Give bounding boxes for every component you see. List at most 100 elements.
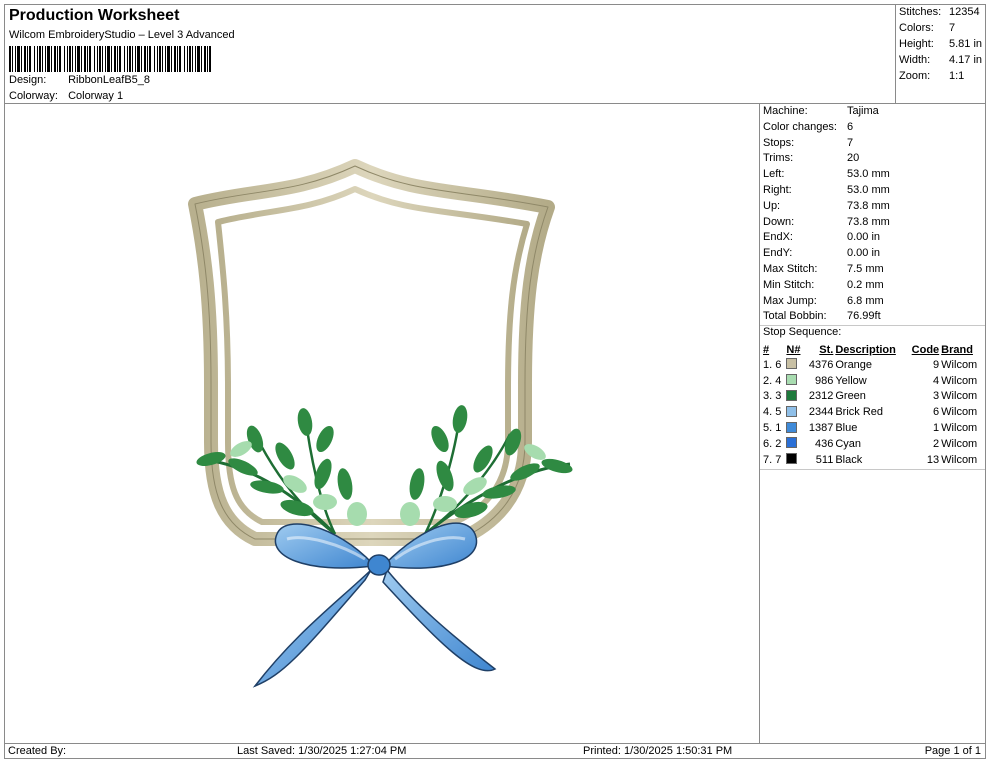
stitch-count: 986 [814, 374, 834, 387]
thread-code: 3 [933, 390, 940, 403]
info-value: 7.5 mm [847, 263, 884, 275]
info-row: Trims: 20 [763, 152, 983, 164]
stitch-count: 511 [815, 453, 834, 466]
design-label: Design: [9, 74, 47, 86]
thread-code: 13 [926, 453, 940, 466]
info-row: Stops: 7 [763, 137, 983, 149]
info-label: Right: [763, 184, 792, 196]
stat-label: Zoom: [899, 70, 931, 82]
colorway-label: Colorway: [9, 90, 58, 102]
stop-row: 2. 4 986 Yellow 4 Wilcom [762, 373, 984, 389]
color-swatch [786, 374, 798, 386]
color-swatch [786, 389, 798, 401]
color-swatch [786, 358, 798, 370]
thread-code: 6 [933, 406, 940, 419]
needle-number: 6 [775, 358, 782, 371]
stat-label: Stitches: [899, 6, 942, 18]
stop-row: 6. 2 436 Cyan 2 Wilcom [762, 436, 984, 452]
needle-number: 4 [775, 374, 782, 387]
info-label: Down: [763, 215, 795, 228]
thread-brand: Wilcom [941, 406, 978, 419]
stop-row: 5. 1 1387 Blue 1 Wilcom [762, 420, 984, 436]
stat-stitches: Stitches: 12354 [899, 6, 985, 18]
embroidery-design-image [188, 159, 573, 688]
thread-description: Cyan [835, 437, 862, 450]
thread-code: 9 [933, 358, 940, 371]
shield-frame [188, 159, 555, 546]
stitch-count: 436 [814, 437, 834, 450]
info-row: Up: 73.8 mm [763, 200, 983, 212]
info-label: Left: [763, 168, 785, 181]
thread-brand: Wilcom [941, 437, 978, 450]
info-row: Left: 53.0 mm [763, 168, 983, 180]
info-value: 0.00 in [847, 247, 881, 260]
info-label: Color changes: [763, 120, 837, 133]
thread-description: Orange [835, 358, 873, 371]
stop-index: 1. [763, 358, 773, 371]
colorway-value: Colorway 1 [68, 90, 124, 102]
stitch-count: 4376 [808, 358, 834, 371]
info-label: Stops: [763, 136, 795, 149]
info-label: Min Stitch: [763, 278, 815, 291]
info-row: Right: 53.0 mm [763, 184, 983, 196]
color-swatch [786, 405, 798, 417]
stop-row: 4. 5 2344 Brick Red 6 Wilcom [762, 404, 984, 420]
stitch-count: 2344 [808, 406, 834, 419]
stat-label: Width: [899, 54, 931, 66]
barcode-image [9, 46, 211, 72]
info-label: Max Stitch: [763, 263, 818, 275]
separator [760, 469, 985, 470]
thread-brand: Wilcom [941, 374, 978, 387]
info-value: 6.8 mm [847, 294, 884, 307]
stop-table-header: # N# St. Description Code Brand [762, 342, 984, 357]
machine-info-panel: Machine: Tajima Color changes: 6 Stops: 7 Trim… [759, 103, 986, 744]
info-value: Tajima [847, 105, 879, 117]
stop-index: 6. [763, 437, 773, 450]
stat-label: Height: [899, 38, 934, 50]
info-value: 76.99ft [847, 310, 881, 323]
info-label: EndX: [763, 231, 793, 244]
stitch-count: 1387 [808, 422, 834, 435]
info-label: Total Bobbin: [763, 310, 827, 323]
info-row: Max Stitch: 7.5 mm [763, 263, 983, 275]
thread-description: Blue [835, 422, 858, 435]
created-by: Created By: [8, 745, 67, 757]
info-row: Max Jump: 6.8 mm [763, 295, 983, 307]
last-saved: Last Saved: 1/30/2025 1:27:04 PM [237, 745, 407, 757]
stat-value: 1:1 [949, 70, 965, 82]
info-row: EndY: 0.00 in [763, 247, 983, 259]
stat-value: 4.17 in [949, 54, 983, 66]
info-value: 0.2 mm [847, 278, 884, 291]
thread-brand: Wilcom [941, 422, 978, 435]
info-row: Color changes: 6 [763, 121, 983, 133]
stop-index: 3. [763, 390, 773, 403]
thread-description: Yellow [835, 374, 867, 387]
stat-label: Colors: [899, 22, 934, 34]
info-label: Max Jump: [763, 294, 817, 307]
col-brand: Brand [941, 343, 973, 356]
info-value: 53.0 mm [847, 168, 890, 181]
info-label: Up: [763, 199, 781, 212]
worksheet-header: Production Worksheet Wilcom EmbroiderySt… [4, 4, 896, 104]
stop-row: 7. 7 511 Black 13 Wilcom [762, 452, 984, 468]
info-value: 6 [847, 120, 854, 133]
stat-colors: Colors: 7 [899, 22, 985, 34]
thread-brand: Wilcom [941, 358, 978, 371]
thread-brand: Wilcom [941, 390, 978, 403]
color-swatch [786, 421, 798, 433]
col-stitches: St. [819, 343, 834, 356]
stat-value: 12354 [949, 6, 980, 18]
info-row: Min Stitch: 0.2 mm [763, 279, 983, 291]
software-name: Wilcom EmbroideryStudio – Level 3 Advanc… [9, 29, 235, 41]
col-needle: N# [786, 343, 801, 356]
colorway-row: Colorway: Colorway 1 [9, 90, 123, 102]
design-row: Design: RibbonLeafB5_8 [9, 74, 150, 86]
thread-description: Brick Red [835, 406, 884, 419]
stop-index: 2. [763, 374, 773, 387]
info-row: Down: 73.8 mm [763, 216, 983, 228]
printed-date: Printed: 1/30/2025 1:50:31 PM [583, 745, 733, 757]
stat-width: Width: 4.17 in [899, 54, 985, 66]
stat-value: 5.81 in [949, 38, 983, 50]
info-row: EndX: 0.00 in [763, 231, 983, 243]
needle-number: 1 [775, 422, 782, 435]
